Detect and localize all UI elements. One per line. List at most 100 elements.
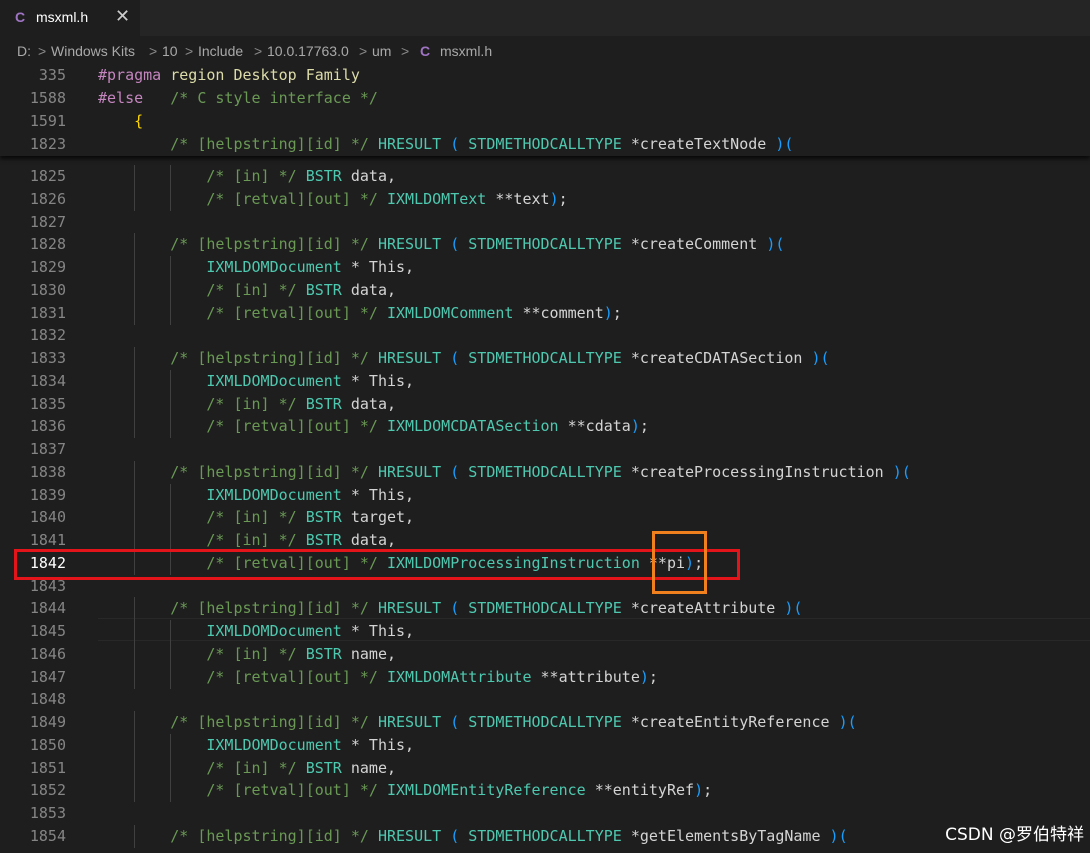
- close-icon[interactable]: ✕: [115, 6, 130, 27]
- indent-guide: [134, 278, 136, 302]
- code-line[interactable]: 1837: [0, 438, 1090, 461]
- code-line[interactable]: 1853: [0, 802, 1090, 825]
- indent-guide: [134, 347, 136, 370]
- c-file-icon: C: [420, 43, 431, 59]
- line-number: 1851: [29, 758, 66, 777]
- code-line[interactable]: 1850 IXMLDOMDocument * This,: [0, 733, 1090, 757]
- code-line[interactable]: 1830 /* [in] */ BSTR data,: [0, 278, 1090, 302]
- code-line[interactable]: 1836 /* [retval][out] */ IXMLDOMCDATASec…: [0, 415, 1090, 439]
- code-line[interactable]: 1851 /* [in] */ BSTR name,: [0, 756, 1090, 780]
- indent-guide: [134, 642, 136, 666]
- code-line[interactable]: 1839 IXMLDOMDocument * This,: [0, 483, 1090, 507]
- tab-msxml-h[interactable]: C msxml.h ✕: [0, 0, 140, 36]
- code-text: IXMLDOMDocument * This,: [206, 371, 415, 390]
- breadcrumb-item-um[interactable]: um: [372, 43, 391, 59]
- line-number: 1588: [29, 89, 66, 107]
- code-text: /* [helpstring][id] */ HRESULT ( STDMETH…: [170, 462, 911, 481]
- breadcrumb-item-drive[interactable]: D:: [17, 43, 31, 59]
- indent-guide: [134, 256, 136, 279]
- line-number: 1853: [29, 804, 66, 822]
- line-number: 1852: [29, 781, 66, 800]
- indent-guide: [170, 756, 172, 780]
- code-line[interactable]: 1849 /* [helpstring][id] */ HRESULT ( ST…: [0, 711, 1090, 734]
- code-text: #else /* C style interface */: [98, 89, 378, 107]
- code-line[interactable]: 1847 /* [retval][out] */ IXMLDOMAttribut…: [0, 665, 1090, 689]
- line-number: 1848: [29, 690, 66, 709]
- code-text: /* [helpstring][id] */ HRESULT ( STDMETH…: [170, 235, 785, 254]
- code-text: IXMLDOMDocument * This,: [206, 485, 415, 504]
- code-text: /* [retval][out] */ IXMLDOMComment **com…: [206, 303, 622, 322]
- code-line[interactable]: 1828 /* [helpstring][id] */ HRESULT ( ST…: [0, 233, 1090, 257]
- indent-guide: [134, 415, 136, 439]
- code-line[interactable]: 1823 /* [helpstring][id] */ HRESULT ( ST…: [0, 133, 1090, 156]
- line-number: 1836: [29, 417, 66, 436]
- code-line[interactable]: 1852 /* [retval][out] */ IXMLDOMEntityRe…: [0, 779, 1090, 803]
- code-line[interactable]: 1829 IXMLDOMDocument * This,: [0, 256, 1090, 279]
- code-line[interactable]: 1835 /* [in] */ BSTR data,: [0, 392, 1090, 416]
- code-line[interactable]: 1840 /* [in] */ BSTR target,: [0, 506, 1090, 530]
- code-text: /* [helpstring][id] */ HRESULT ( STDMETH…: [170, 599, 803, 618]
- code-text: /* [helpstring][id] */ HRESULT ( STDMETH…: [170, 135, 794, 153]
- indent-guide: [134, 392, 136, 416]
- code-text: /* [in] */ BSTR name,: [206, 644, 397, 663]
- code-line[interactable]: 1825 /* [in] */ BSTR data,: [0, 165, 1090, 188]
- code-line[interactable]: 1588 #else /* C style interface */: [0, 87, 1090, 110]
- indent-guide: [170, 165, 172, 188]
- code-text: /* [helpstring][id] */ HRESULT ( STDMETH…: [170, 349, 830, 367]
- indent-guide: [134, 369, 136, 393]
- line-number: 1839: [29, 485, 66, 504]
- chevron-right-icon: >: [359, 43, 368, 59]
- code-text: IXMLDOMDocument * This,: [206, 258, 415, 276]
- code-line[interactable]: 1834 IXMLDOMDocument * This,: [0, 369, 1090, 393]
- indent-guide: [170, 642, 172, 666]
- line-number: 1847: [29, 667, 66, 686]
- breadcrumb-item-10[interactable]: 10: [162, 43, 178, 59]
- code-line[interactable]: 1591 {: [0, 110, 1090, 133]
- code-line[interactable]: 1826 /* [retval][out] */ IXMLDOMText **t…: [0, 187, 1090, 211]
- line-number: 1834: [29, 371, 66, 390]
- code-line[interactable]: 1845 IXMLDOMDocument * This,: [0, 620, 1090, 643]
- breadcrumb-item-windows-kits[interactable]: Windows Kits: [51, 43, 135, 59]
- indent-guide: [134, 460, 136, 484]
- line-number: 1844: [29, 599, 66, 618]
- code-line[interactable]: 1846 /* [in] */ BSTR name,: [0, 642, 1090, 666]
- sticky-scroll-header[interactable]: 335 #pragma region Desktop Family 1588 #els…: [0, 64, 1090, 156]
- line-number: 1837: [29, 440, 66, 458]
- code-line[interactable]: 1838 /* [helpstring][id] */ HRESULT ( ST…: [0, 460, 1090, 484]
- code-line[interactable]: 1833 /* [helpstring][id] */ HRESULT ( ST…: [0, 347, 1090, 370]
- indent-guide: [134, 597, 136, 621]
- code-line[interactable]: 1832: [0, 324, 1090, 347]
- code-line[interactable]: 1848: [0, 688, 1090, 711]
- line-number: 1826: [29, 189, 66, 208]
- code-line[interactable]: 1831 /* [retval][out] */ IXMLDOMComment …: [0, 301, 1090, 325]
- c-file-icon: C: [15, 9, 26, 25]
- code-line[interactable]: 1854 /* [helpstring][id] */ HRESULT ( ST…: [0, 824, 1090, 848]
- chevron-right-icon: >: [401, 43, 410, 59]
- breadcrumb-item-file[interactable]: msxml.h: [440, 43, 492, 59]
- tab-title: msxml.h: [36, 9, 89, 25]
- code-line[interactable]: 335 #pragma region Desktop Family: [0, 64, 1090, 87]
- indent-guide: [134, 506, 136, 530]
- line-number: 1825: [29, 167, 66, 185]
- breadcrumb-item-version[interactable]: 10.0.17763.0: [267, 43, 349, 59]
- indent-guide: [170, 415, 172, 439]
- code-text: /* [helpstring][id] */ HRESULT ( STDMETH…: [170, 713, 857, 731]
- indent-guide: [170, 278, 172, 302]
- breadcrumb-item-include[interactable]: Include: [198, 43, 243, 59]
- code-text: /* [retval][out] */ IXMLDOMCDATASection …: [206, 417, 649, 436]
- line-number: 1827: [29, 212, 66, 231]
- code-line[interactable]: 1844 /* [helpstring][id] */ HRESULT ( ST…: [0, 597, 1090, 621]
- indent-guide: [134, 620, 136, 643]
- code-line[interactable]: 1827: [0, 211, 1090, 234]
- code-text: /* [retval][out] */ IXMLDOMText **text);: [206, 189, 568, 208]
- line-number: 1591: [29, 112, 66, 130]
- indent-guide: [134, 779, 136, 803]
- code-text: #pragma region Desktop Family: [98, 66, 360, 84]
- indent-guide: [170, 256, 172, 279]
- breadcrumb: D: > Windows Kits > 10 > Include > 10.0.…: [0, 36, 1090, 64]
- indent-guide: [170, 779, 172, 803]
- indent-guide: [170, 620, 172, 643]
- code-text: /* [helpstring][id] */ HRESULT ( STDMETH…: [170, 826, 848, 845]
- code-editor[interactable]: 1825 /* [in] */ BSTR data, 1826 /* [retva…: [0, 64, 1090, 853]
- indent-guide: [134, 756, 136, 780]
